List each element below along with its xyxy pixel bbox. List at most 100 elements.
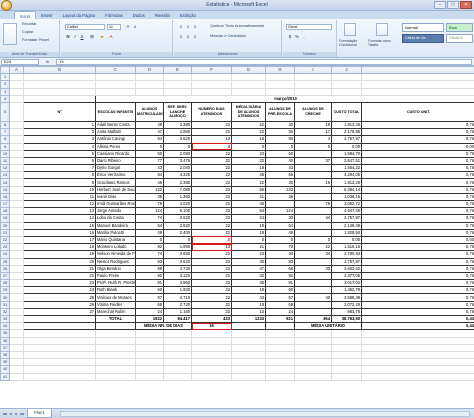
- align-top-icon[interactable]: ≡: [178, 24, 184, 30]
- data-cell[interactable]: 36: [265, 192, 295, 202]
- data-cell[interactable]: 40: [265, 250, 295, 259]
- data-cell[interactable]: 60: [135, 286, 164, 295]
- data-cell[interactable]: 4: [294, 135, 332, 144]
- data-cell[interactable]: 84: [135, 135, 164, 144]
- data-cell[interactable]: 22: [191, 279, 232, 288]
- data-cell[interactable]: 1.584,70: [331, 149, 362, 158]
- data-cell[interactable]: 56: [231, 185, 266, 194]
- data-cell[interactable]: 21: [231, 243, 266, 252]
- data-cell[interactable]: 47: [231, 264, 266, 273]
- empty-cell[interactable]: [9, 149, 24, 158]
- data-cell[interactable]: 2.757,97: [331, 135, 362, 144]
- data-cell[interactable]: 2.757,97: [331, 214, 362, 223]
- data-cell[interactable]: 2.720: [163, 300, 192, 309]
- data-cell[interactable]: 0: [163, 235, 192, 245]
- col-header-a[interactable]: A: [9, 66, 24, 75]
- empty-cell[interactable]: [231, 80, 266, 89]
- format-table-icon[interactable]: [376, 23, 388, 36]
- empty-cell[interactable]: [265, 73, 295, 82]
- data-cell[interactable]: 40: [265, 156, 295, 166]
- data-cell[interactable]: 3.588,38: [331, 293, 362, 302]
- data-cell[interactable]: 35: [231, 279, 266, 288]
- data-cell[interactable]: 22: [191, 192, 232, 202]
- data-cell[interactable]: 49: [135, 228, 164, 237]
- data-cell[interactable]: 74: [135, 214, 164, 223]
- empty-cell[interactable]: [135, 329, 164, 338]
- empty-cell[interactable]: [135, 336, 164, 345]
- empty-cell[interactable]: [294, 329, 332, 338]
- data-cell[interactable]: 0,76: [361, 300, 474, 309]
- empty-cell[interactable]: [9, 372, 24, 381]
- empty-cell[interactable]: [163, 365, 192, 374]
- data-cell[interactable]: 10: [23, 185, 96, 194]
- school-name-cell[interactable]: Vinícius de Moraes: [95, 293, 136, 302]
- data-cell[interactable]: 124: [135, 207, 164, 216]
- data-cell[interactable]: 83: [135, 257, 164, 266]
- data-cell[interactable]: 1.360: [163, 192, 192, 202]
- col-header-i[interactable]: I: [294, 66, 332, 75]
- school-name-cell[interactable]: Herbert José de Souza: [95, 185, 136, 194]
- wrap-text-button[interactable]: Quebrar Texto Automaticamente: [210, 24, 264, 28]
- data-cell[interactable]: 49: [135, 178, 164, 187]
- data-cell[interactable]: 24: [231, 214, 266, 223]
- tab-exibicao[interactable]: Exibição: [175, 11, 201, 19]
- school-name-cell[interactable]: Érico Veríssimo: [95, 171, 136, 180]
- empty-cell[interactable]: [331, 343, 362, 352]
- data-cell[interactable]: 2.377,06: [331, 271, 362, 281]
- data-cell[interactable]: 0,76: [361, 171, 474, 180]
- header-escolas[interactable]: ESCOLAS INFANTIS: [95, 101, 136, 122]
- empty-cell[interactable]: [95, 365, 136, 374]
- header-alunos[interactable]: ALUNOS MATRICULADOS: [135, 101, 164, 122]
- data-cell[interactable]: 4.730: [163, 264, 192, 273]
- row-header[interactable]: 11: [0, 156, 10, 166]
- empty-cell[interactable]: [265, 372, 295, 381]
- data-cell[interactable]: 64: [265, 221, 295, 230]
- data-cell[interactable]: 13: [191, 135, 232, 144]
- data-cell[interactable]: [294, 307, 332, 317]
- empty-cell[interactable]: [191, 358, 232, 367]
- header-creche[interactable]: ALUNOS DE CRECHE: [294, 101, 332, 122]
- data-cell[interactable]: 7.080: [163, 185, 192, 194]
- empty-cell[interactable]: [23, 358, 96, 367]
- data-cell[interactable]: 24: [23, 286, 96, 295]
- school-name-cell[interactable]: Monteiro Lobato: [95, 243, 136, 252]
- data-cell[interactable]: 57: [265, 293, 295, 302]
- empty-cell[interactable]: [163, 372, 192, 381]
- school-name-cell[interactable]: Antônio Caringi: [95, 135, 136, 144]
- data-cell[interactable]: 2.400: [163, 228, 192, 237]
- format-painter-button[interactable]: Formatar Pincel: [22, 38, 49, 42]
- empty-cell[interactable]: [9, 243, 24, 252]
- data-cell[interactable]: 21: [231, 192, 266, 202]
- row-header[interactable]: 32: [0, 307, 10, 317]
- data-cell[interactable]: [294, 271, 332, 281]
- empty-cell[interactable]: [23, 350, 96, 360]
- empty-cell[interactable]: [294, 80, 332, 89]
- empty-cell[interactable]: [9, 199, 24, 209]
- data-cell[interactable]: 30: [265, 120, 295, 130]
- col-header-d[interactable]: D: [135, 66, 164, 75]
- empty-cell[interactable]: [331, 336, 362, 345]
- data-cell[interactable]: 124: [265, 207, 295, 216]
- empty-cell[interactable]: [95, 322, 136, 331]
- empty-cell[interactable]: [231, 343, 266, 352]
- data-cell[interactable]: 0,76: [361, 264, 474, 273]
- bold-icon[interactable]: N: [65, 34, 71, 40]
- data-cell[interactable]: 0,76: [361, 307, 474, 317]
- data-cell[interactable]: 0,76: [361, 120, 474, 130]
- empty-cell[interactable]: [95, 358, 136, 367]
- formula-input[interactable]: 13: [56, 59, 472, 65]
- row-header[interactable]: 20: [0, 221, 10, 230]
- empty-cell[interactable]: [265, 329, 295, 338]
- school-name-cell[interactable]: Nestor Rodrigues: [95, 257, 136, 266]
- empty-cell[interactable]: [9, 185, 24, 194]
- school-name-cell[interactable]: Paulo Freire: [95, 271, 136, 281]
- empty-cell[interactable]: [231, 372, 266, 381]
- data-cell[interactable]: 24: [265, 307, 295, 317]
- data-cell[interactable]: 18: [231, 164, 266, 173]
- row-header[interactable]: 19: [0, 214, 10, 223]
- row-header[interactable]: 7: [0, 128, 10, 137]
- data-cell[interactable]: [294, 149, 332, 158]
- data-cell[interactable]: 13: [191, 243, 232, 252]
- data-cell[interactable]: 25: [23, 293, 96, 302]
- data-cell[interactable]: 22: [191, 307, 232, 317]
